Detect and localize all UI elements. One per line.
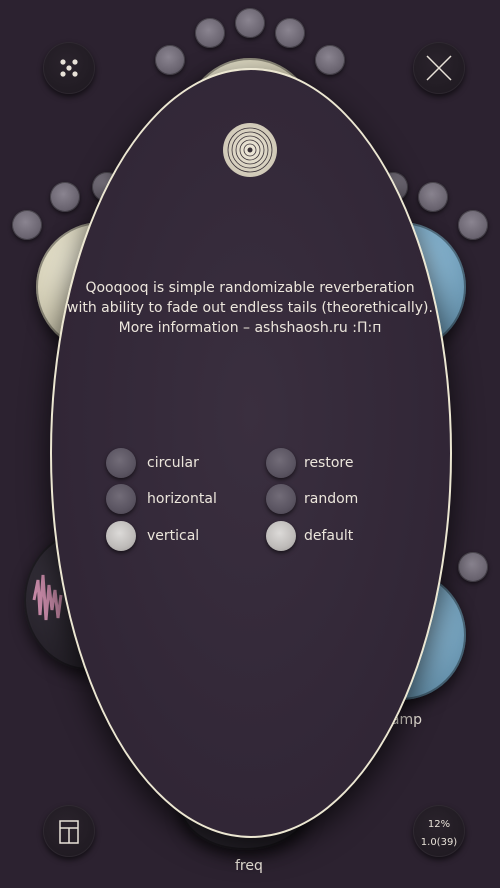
dots-menu-icon: [60, 59, 78, 77]
default-toggle[interactable]: [266, 521, 296, 551]
layout-icon: [59, 820, 79, 844]
close-icon: [426, 55, 452, 81]
option-vertical-label[interactable]: vertical: [147, 528, 199, 544]
info-line-3[interactable]: More information – ashshaosh.ru :П:п: [0, 318, 500, 338]
param-dot[interactable]: [315, 45, 345, 75]
param-dot[interactable]: [12, 210, 42, 240]
param-dot[interactable]: [458, 210, 488, 240]
option-circular-toggle[interactable]: [106, 448, 136, 478]
info-line-1: Qooqooq is simple randomizable reverbera…: [85, 280, 415, 296]
param-dot[interactable]: [50, 182, 80, 212]
restore-label[interactable]: restore: [304, 455, 353, 471]
param-dot[interactable]: [155, 45, 185, 75]
info-line-2: with ability to fade out endless tails (…: [67, 300, 433, 316]
menu-button[interactable]: [43, 42, 95, 94]
option-horizontal-label[interactable]: horizontal: [147, 491, 217, 507]
random-toggle[interactable]: [266, 484, 296, 514]
restore-toggle[interactable]: [266, 448, 296, 478]
param-dot[interactable]: [458, 552, 488, 582]
percent-readout: 12%: [427, 819, 451, 830]
info-text: Qooqooq is simple randomizable reverbera…: [0, 278, 500, 338]
status-button[interactable]: 12% 1.0(39): [413, 805, 465, 857]
option-circular-label[interactable]: circular: [147, 455, 199, 471]
option-horizontal-toggle[interactable]: [106, 484, 136, 514]
option-vertical-toggle[interactable]: [106, 521, 136, 551]
close-button[interactable]: [413, 42, 465, 94]
param-dot[interactable]: [195, 18, 225, 48]
freq-label: freq: [235, 858, 263, 874]
spiral-logo-icon: [223, 123, 277, 177]
random-label[interactable]: random: [304, 491, 358, 507]
version-readout: 1.0(39): [420, 837, 458, 848]
layout-button[interactable]: [43, 805, 95, 857]
param-dot[interactable]: [235, 8, 265, 38]
param-dot[interactable]: [418, 182, 448, 212]
default-label[interactable]: default: [304, 528, 353, 544]
param-dot[interactable]: [275, 18, 305, 48]
